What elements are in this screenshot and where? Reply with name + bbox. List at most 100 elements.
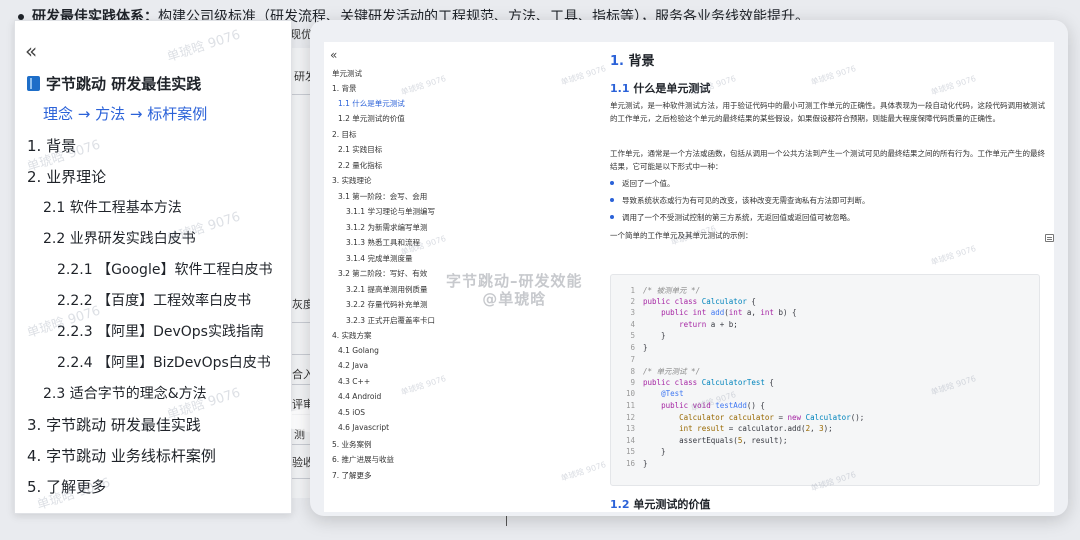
toc-item[interactable]: 3.1.2 为新需求编写单测 xyxy=(346,222,427,233)
code-line: 3 public int add(int a, int b) { xyxy=(611,308,797,319)
toc-item[interactable]: 6. 推广进展与收益 xyxy=(332,454,394,465)
list-item-text: 返回了一个值。 xyxy=(622,179,675,188)
code-token: Calculator xyxy=(701,296,747,306)
section-heading: 1. 背景 xyxy=(610,50,655,69)
outline-item[interactable]: 2.2.4 【阿里】BizDevOps白皮书 xyxy=(57,352,271,372)
toc-item[interactable]: 4.2 Java xyxy=(338,361,368,370)
toc-item[interactable]: 1. 背景 xyxy=(332,83,357,94)
code-line: 16} xyxy=(611,459,648,470)
center-watermark-line: 字节跳动–研发效能 xyxy=(446,272,583,290)
toc-item-active[interactable]: 1.1 什么是单元测试 xyxy=(338,98,405,109)
toc-item[interactable]: 3.1 第一阶段：会写、会用 xyxy=(338,191,427,202)
toc-item[interactable]: 4.4 Android xyxy=(338,392,381,401)
outline-item[interactable]: 2.2.1 【Google】软件工程白皮书 xyxy=(57,259,272,279)
document-page: « 单元测试 1. 背景 1.1 什么是单元测试 1.2 单元测试的价值 2. … xyxy=(324,42,1054,512)
code-line: 7 xyxy=(611,355,643,366)
toc-item[interactable]: 3. 实践理论 xyxy=(332,175,372,186)
code-token: , xyxy=(810,424,820,434)
code-line: 13 int result = calculator.add(2, 3); xyxy=(611,424,833,435)
subsection-title: 单元测试的价值 xyxy=(633,498,711,511)
code-token: public class xyxy=(643,296,702,306)
toc-item[interactable]: 3.2 第二阶段：写好、有效 xyxy=(338,268,427,279)
outline-item[interactable]: 2.1 软件工程基本方法 xyxy=(43,197,182,217)
list-item: 返回了一个值。 xyxy=(610,178,1040,189)
code-token: CalculatorTest xyxy=(701,377,765,387)
code-token: public int xyxy=(661,308,711,318)
line-number: 11 xyxy=(625,401,635,410)
toc-item[interactable]: 3.2.2 存量代码补充单测 xyxy=(346,299,427,310)
code-line: 12 Calculator calculator = new Calculato… xyxy=(611,413,864,424)
outline-item[interactable]: 4. 字节跳动 业务线标杆案例 xyxy=(27,445,216,466)
bullet-dot-icon xyxy=(610,181,614,185)
toc-item[interactable]: 3.1.1 学习理论与单测编写 xyxy=(346,206,435,217)
center-watermark-line: @单琥晗 xyxy=(482,290,547,308)
list-item: 调用了一个不受测试控制的第三方系统，无返回值或返回值可被忽略。 xyxy=(610,212,1040,223)
toc-item[interactable]: 4. 实践方案 xyxy=(332,330,372,341)
toc-item[interactable]: 3.2.1 提高单测用例质量 xyxy=(346,284,427,295)
line-number: 14 xyxy=(625,435,635,445)
center-watermark: 字节跳动–研发效能 @单琥晗 xyxy=(446,272,583,308)
outline-title[interactable]: 字节跳动 研发最佳实践 xyxy=(27,73,201,94)
toc-item[interactable]: 2.2 量化指标 xyxy=(338,160,382,171)
code-token: int xyxy=(728,308,747,318)
document-content: 1. 背景 1.1 什么是单元测试 单元测试，是一种软件测试方法，用于验证代码中… xyxy=(610,42,1046,512)
line-number: 3 xyxy=(630,308,635,318)
bullet-dot-icon xyxy=(610,215,614,219)
subsection-heading: 1.2 单元测试的价值 xyxy=(610,496,710,512)
code-token: } xyxy=(643,331,666,341)
code-token: a + b; xyxy=(710,319,738,329)
collapse-sidebar-icon[interactable]: « xyxy=(25,39,37,63)
toc-item[interactable]: 1.2 单元测试的价值 xyxy=(338,113,405,124)
toc-item[interactable]: 4.1 Golang xyxy=(338,346,379,355)
collapse-toc-icon[interactable]: « xyxy=(330,48,337,62)
code-token: } xyxy=(643,447,666,457)
toc-item[interactable]: 2.1 实践目标 xyxy=(338,144,382,155)
code-token: } xyxy=(643,459,648,468)
code-token: = xyxy=(773,412,788,422)
toc-item[interactable]: 5. 业务案例 xyxy=(332,439,372,450)
code-token: (); xyxy=(850,412,865,422)
section-title: 背景 xyxy=(628,54,655,69)
comment-icon[interactable] xyxy=(1045,234,1054,242)
subsection-number: 1.1 xyxy=(610,82,630,95)
line-number: 4 xyxy=(630,319,635,329)
toc-item[interactable]: 4.3 C++ xyxy=(338,377,370,386)
toc-item[interactable]: 单元测试 xyxy=(332,68,362,79)
line-number: 15 xyxy=(625,447,635,457)
code-line: 4 return a + b; xyxy=(611,319,738,331)
code-token: a, xyxy=(746,308,761,318)
code-token: } xyxy=(643,343,648,352)
code-token: Calculator xyxy=(805,412,851,422)
toc-item[interactable]: 3.2.3 正式开启覆盖率卡口 xyxy=(346,315,435,326)
book-icon xyxy=(27,76,40,91)
code-line: 6} xyxy=(611,343,648,354)
toc-item[interactable]: 2. 目标 xyxy=(332,129,357,140)
code-token: b) { xyxy=(778,308,797,318)
callout-pointer xyxy=(248,406,318,434)
outline-item[interactable]: 2.2.3 【阿里】DevOps实践指南 xyxy=(57,321,264,341)
line-number: 16 xyxy=(625,459,635,468)
list-item-text: 导致系统状态或行为有可见的改变，该种改变无需查询私有方法即可判断。 xyxy=(622,196,870,205)
code-line: 5 } xyxy=(611,331,666,342)
code-token: public class xyxy=(643,377,702,387)
line-number: 8 xyxy=(630,367,635,377)
code-line: 15 } xyxy=(611,447,666,458)
bullet-dot-icon xyxy=(610,198,614,202)
line-number: 2 xyxy=(630,296,635,306)
code-line: 2 public class Calculator { xyxy=(611,296,755,308)
code-token: Calculator calculator xyxy=(679,412,774,422)
toc-item[interactable]: 4.5 iOS xyxy=(338,408,365,417)
toc-item[interactable]: 4.6 Javascript xyxy=(338,423,389,432)
code-line: 10 @Test xyxy=(611,389,684,400)
outline-zoom-panel: « 字节跳动 研发最佳实践 理念 → 方法 → 标杆案例 1. 背景 2. 业界… xyxy=(14,20,292,514)
line-number: 9 xyxy=(630,377,635,387)
outline-title-label: 字节跳动 研发最佳实践 xyxy=(46,75,202,93)
outline-subtitle[interactable]: 理念 → 方法 → 标杆案例 xyxy=(43,103,207,124)
toc-item[interactable]: 7. 了解更多 xyxy=(332,470,372,481)
subsection-number: 1.2 xyxy=(610,498,630,511)
